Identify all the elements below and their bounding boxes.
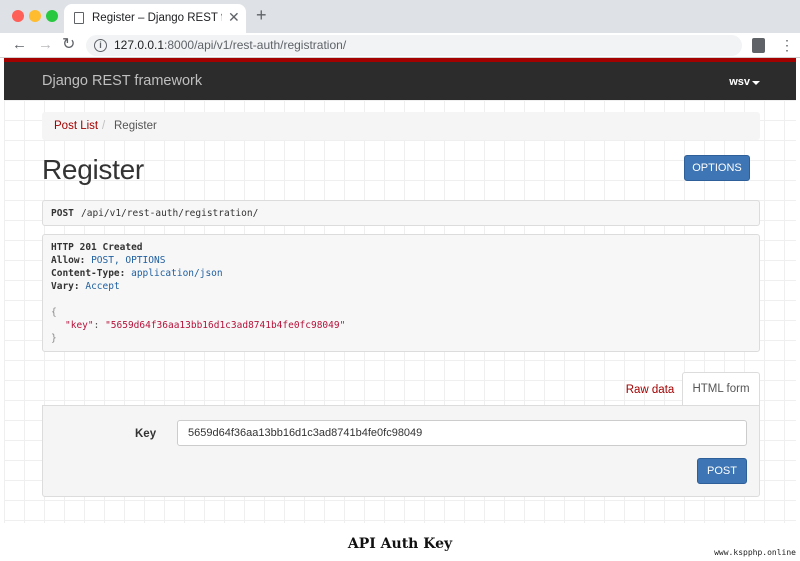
- request-path: /api/v1/rest-auth/registration/: [81, 208, 259, 219]
- info-icon[interactable]: i: [94, 39, 107, 52]
- request-info: POST /api/v1/rest-auth/registration/: [42, 200, 760, 226]
- figure-caption: API Auth Key: [347, 536, 453, 552]
- watermark: www.kspphp.online: [714, 548, 796, 557]
- maximize-window-button[interactable]: [46, 10, 58, 22]
- user-menu[interactable]: wsv: [729, 76, 750, 88]
- reload-icon[interactable]: ↻: [62, 36, 75, 54]
- document-icon: [74, 12, 84, 24]
- vary-header-value: Accept: [85, 281, 120, 292]
- new-tab-button[interactable]: +: [256, 6, 267, 24]
- request-method: POST: [51, 208, 74, 219]
- more-menu-icon[interactable]: ⋮: [780, 36, 794, 54]
- extension-icon[interactable]: [752, 38, 765, 53]
- breadcrumb-post-list[interactable]: Post List: [54, 120, 98, 132]
- breadcrumb: Post List / Register: [42, 112, 760, 140]
- tab-title: Register – Django REST framew: [92, 12, 222, 24]
- browser-toolbar: ← → ↻ i 127.0.0.1:8000/api/v1/rest-auth/…: [0, 33, 800, 58]
- json-value: "5659d64f36aa13bb16d1c3ad8741b4fe0fc9804…: [105, 320, 346, 331]
- post-button[interactable]: POST: [697, 458, 747, 484]
- close-tab-icon[interactable]: ✕: [228, 10, 240, 24]
- json-open-brace: {: [51, 307, 57, 318]
- allow-header-line: Allow: POST, OPTIONS: [51, 255, 165, 266]
- page: Register – Django REST framew ✕ + ← → ↻ …: [0, 0, 800, 561]
- back-arrow-icon[interactable]: ←: [12, 36, 27, 54]
- caret-down-icon[interactable]: [752, 81, 760, 85]
- minimize-window-button[interactable]: [29, 10, 41, 22]
- url-text[interactable]: 127.0.0.1:8000/api/v1/rest-auth/registra…: [114, 38, 346, 52]
- browser-tab-bar: Register – Django REST framew ✕ +: [0, 0, 800, 33]
- breadcrumb-separator: /: [102, 120, 106, 132]
- navbar: Django REST framework wsv: [4, 58, 796, 100]
- address-bar[interactable]: i 127.0.0.1:8000/api/v1/rest-auth/regist…: [86, 35, 742, 56]
- json-colon: :: [93, 320, 100, 331]
- response-status-line: HTTP 201 Created: [51, 242, 143, 253]
- content-type-header-label: Content-Type:: [51, 268, 126, 279]
- allow-header-value: POST, OPTIONS: [91, 255, 166, 266]
- main-content: Post List / Register Register OPTIONS PO…: [4, 100, 796, 523]
- options-button[interactable]: OPTIONS: [684, 155, 750, 181]
- response-info: HTTP 201 Created Allow: POST, OPTIONS Co…: [42, 234, 760, 352]
- tab-raw-data[interactable]: Raw data: [618, 374, 682, 406]
- forward-arrow-icon[interactable]: →: [38, 36, 53, 54]
- html-form-panel: Key 5659d64f36aa13bb16d1c3ad8741b4fe0fc9…: [42, 405, 760, 497]
- content-type-header-value: application/json: [131, 268, 223, 279]
- breadcrumb-register: Register: [114, 120, 157, 132]
- vary-header-line: Vary: Accept: [51, 281, 120, 292]
- vary-header-label: Vary:: [51, 281, 80, 292]
- close-window-button[interactable]: [12, 10, 24, 22]
- key-input[interactable]: 5659d64f36aa13bb16d1c3ad8741b4fe0fc98049: [177, 420, 747, 446]
- json-key: "key": [65, 320, 94, 331]
- key-field-label: Key: [135, 428, 157, 440]
- page-title: Register: [42, 154, 144, 185]
- content-type-header-line: Content-Type: application/json: [51, 268, 223, 279]
- tab-html-form[interactable]: HTML form: [682, 372, 760, 406]
- response-status: HTTP 201 Created: [51, 242, 143, 253]
- brand-link[interactable]: Django REST framework: [42, 73, 202, 89]
- json-key-line: "key": "5659d64f36aa13bb16d1c3ad8741b4fe…: [65, 320, 345, 331]
- allow-header-label: Allow:: [51, 255, 86, 266]
- json-close-brace: }: [51, 333, 57, 344]
- browser-tab[interactable]: Register – Django REST framew ✕: [64, 4, 246, 33]
